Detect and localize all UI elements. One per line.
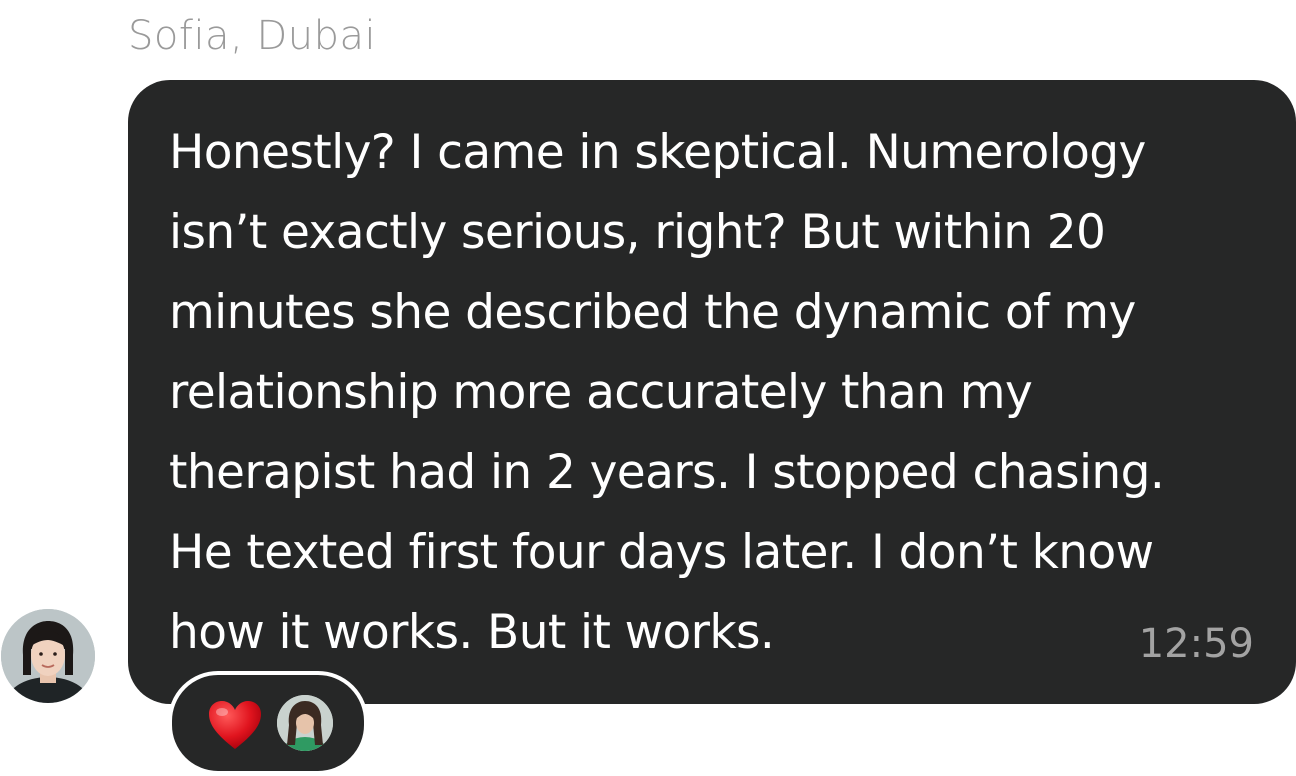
reaction-pill[interactable] — [168, 671, 368, 775]
reactor-avatar-photo-icon — [277, 695, 333, 751]
red-heart-icon — [209, 701, 261, 749]
reactor-avatar[interactable] — [277, 695, 333, 751]
sender-avatar-photo-icon — [1, 609, 95, 703]
chat-message-screen: Sofia, Dubai Honestly? I came in skeptic… — [0, 0, 1296, 776]
sender-name: Sofia, Dubai — [128, 13, 377, 59]
message-bubble[interactable]: Honestly? I came in skeptical. Numerolog… — [128, 80, 1296, 704]
message-text: Honestly? I came in skeptical. Numerolog… — [169, 125, 1165, 660]
message-timestamp: 12:59 — [1138, 621, 1254, 667]
sender-avatar[interactable] — [1, 609, 95, 703]
